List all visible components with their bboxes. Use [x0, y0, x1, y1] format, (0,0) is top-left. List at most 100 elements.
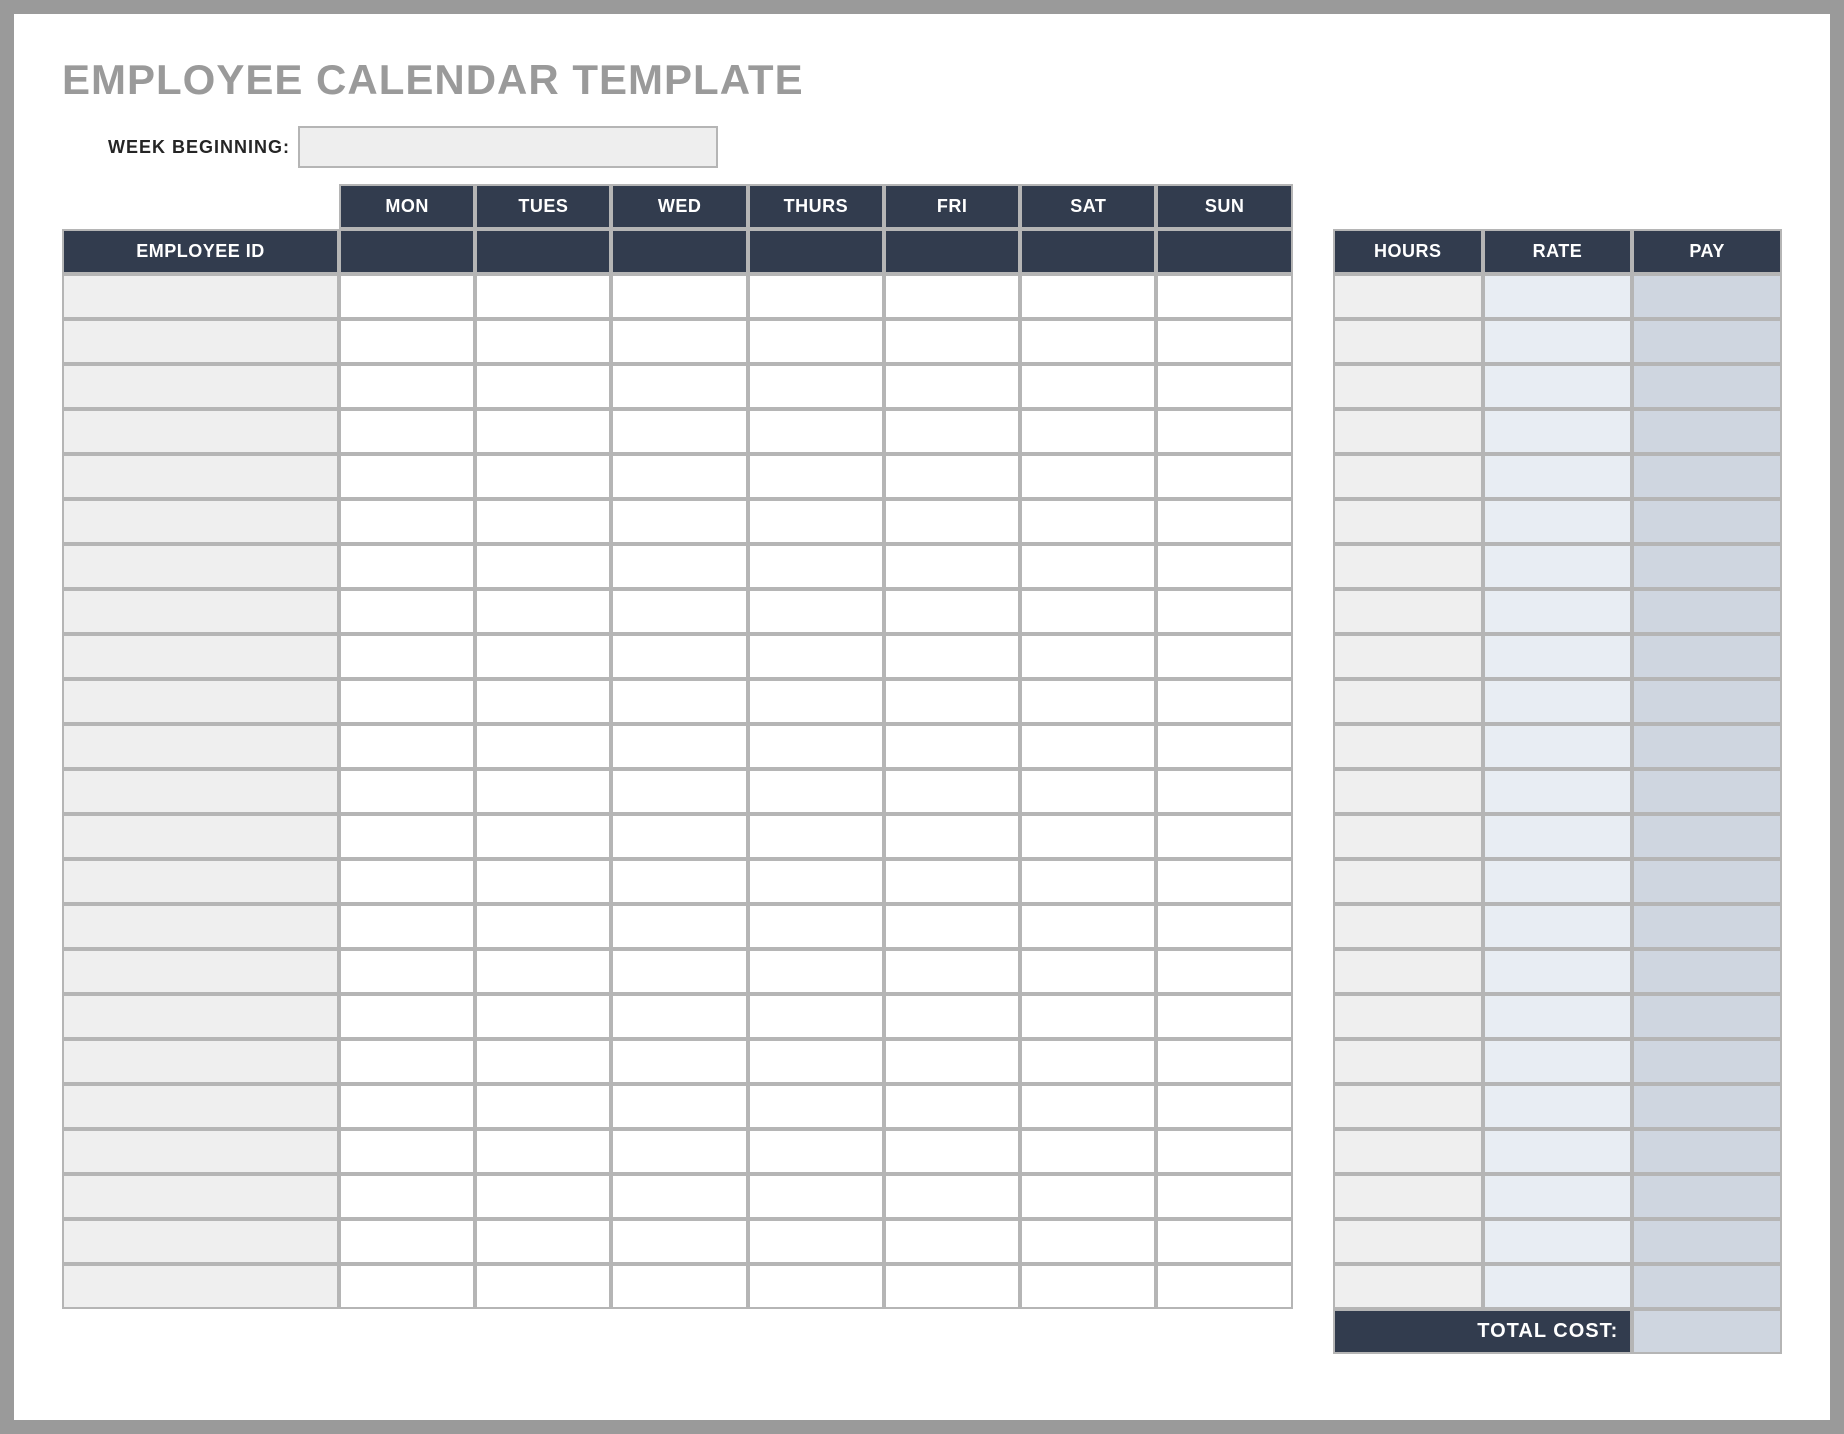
day-input[interactable] [341, 1086, 473, 1127]
day-input[interactable] [613, 636, 745, 677]
day-input[interactable] [750, 1266, 882, 1307]
hours-input[interactable] [1335, 996, 1481, 1037]
day-input[interactable] [341, 1176, 473, 1217]
day-input[interactable] [750, 1221, 882, 1262]
pay-input[interactable] [1634, 861, 1780, 902]
day-input[interactable] [341, 726, 473, 767]
rate-input[interactable] [1485, 861, 1631, 902]
employee-id-input[interactable] [64, 1131, 337, 1172]
day-input[interactable] [750, 996, 882, 1037]
hours-input[interactable] [1335, 816, 1481, 857]
day-input[interactable] [477, 861, 609, 902]
pay-input[interactable] [1634, 1041, 1780, 1082]
day-input[interactable] [1022, 1041, 1154, 1082]
day-input[interactable] [1158, 501, 1290, 542]
day-input[interactable] [1022, 771, 1154, 812]
day-input[interactable] [1158, 1086, 1290, 1127]
day-input[interactable] [341, 1131, 473, 1172]
day-input[interactable] [886, 636, 1018, 677]
employee-id-input[interactable] [64, 546, 337, 587]
day-input[interactable] [477, 456, 609, 497]
hours-input[interactable] [1335, 456, 1481, 497]
rate-input[interactable] [1485, 1086, 1631, 1127]
employee-id-input[interactable] [64, 1221, 337, 1262]
day-input[interactable] [1022, 321, 1154, 362]
day-input[interactable] [1158, 906, 1290, 947]
day-input[interactable] [750, 546, 882, 587]
pay-input[interactable] [1634, 906, 1780, 947]
rate-input[interactable] [1485, 816, 1631, 857]
day-input[interactable] [750, 411, 882, 452]
day-input[interactable] [477, 906, 609, 947]
day-input[interactable] [750, 321, 882, 362]
hours-input[interactable] [1335, 726, 1481, 767]
day-input[interactable] [886, 1176, 1018, 1217]
hours-input[interactable] [1335, 501, 1481, 542]
employee-id-input[interactable] [64, 861, 337, 902]
day-input[interactable] [477, 591, 609, 632]
employee-id-input[interactable] [64, 726, 337, 767]
pay-input[interactable] [1634, 951, 1780, 992]
day-input[interactable] [886, 366, 1018, 407]
rate-input[interactable] [1485, 681, 1631, 722]
day-input[interactable] [886, 411, 1018, 452]
hours-input[interactable] [1335, 1041, 1481, 1082]
day-input[interactable] [886, 546, 1018, 587]
day-input[interactable] [1022, 816, 1154, 857]
day-input[interactable] [477, 366, 609, 407]
rate-input[interactable] [1485, 546, 1631, 587]
day-input[interactable] [1158, 996, 1290, 1037]
day-input[interactable] [477, 1086, 609, 1127]
employee-id-input[interactable] [64, 1176, 337, 1217]
day-input[interactable] [886, 1266, 1018, 1307]
day-input[interactable] [1022, 726, 1154, 767]
hours-input[interactable] [1335, 1266, 1481, 1307]
day-input[interactable] [613, 906, 745, 947]
day-input[interactable] [886, 681, 1018, 722]
day-input[interactable] [1022, 591, 1154, 632]
day-input[interactable] [1022, 501, 1154, 542]
day-input[interactable] [1022, 951, 1154, 992]
day-input[interactable] [750, 861, 882, 902]
day-input[interactable] [477, 411, 609, 452]
day-input[interactable] [886, 1221, 1018, 1262]
day-input[interactable] [477, 321, 609, 362]
day-input[interactable] [1158, 726, 1290, 767]
day-input[interactable] [886, 996, 1018, 1037]
day-input[interactable] [613, 366, 745, 407]
day-input[interactable] [613, 591, 745, 632]
day-input[interactable] [341, 591, 473, 632]
employee-id-input[interactable] [64, 681, 337, 722]
day-input[interactable] [341, 861, 473, 902]
day-input[interactable] [886, 1086, 1018, 1127]
employee-id-input[interactable] [64, 771, 337, 812]
day-input[interactable] [1022, 906, 1154, 947]
day-input[interactable] [1158, 816, 1290, 857]
day-input[interactable] [750, 681, 882, 722]
pay-input[interactable] [1634, 996, 1780, 1037]
rate-input[interactable] [1485, 951, 1631, 992]
pay-input[interactable] [1634, 501, 1780, 542]
day-input[interactable] [341, 771, 473, 812]
hours-input[interactable] [1335, 861, 1481, 902]
day-input[interactable] [341, 951, 473, 992]
day-input[interactable] [1158, 636, 1290, 677]
pay-input[interactable] [1634, 321, 1780, 362]
day-input[interactable] [613, 1266, 745, 1307]
day-input[interactable] [341, 411, 473, 452]
day-input[interactable] [613, 681, 745, 722]
day-input[interactable] [477, 996, 609, 1037]
day-input[interactable] [1022, 456, 1154, 497]
day-input[interactable] [477, 1131, 609, 1172]
total-cost-input[interactable] [1634, 1311, 1780, 1352]
day-input[interactable] [750, 456, 882, 497]
day-input[interactable] [1022, 681, 1154, 722]
pay-input[interactable] [1634, 456, 1780, 497]
rate-input[interactable] [1485, 591, 1631, 632]
day-input[interactable] [477, 726, 609, 767]
hours-input[interactable] [1335, 951, 1481, 992]
employee-id-input[interactable] [64, 411, 337, 452]
day-input[interactable] [886, 456, 1018, 497]
employee-id-input[interactable] [64, 501, 337, 542]
day-input[interactable] [1158, 456, 1290, 497]
